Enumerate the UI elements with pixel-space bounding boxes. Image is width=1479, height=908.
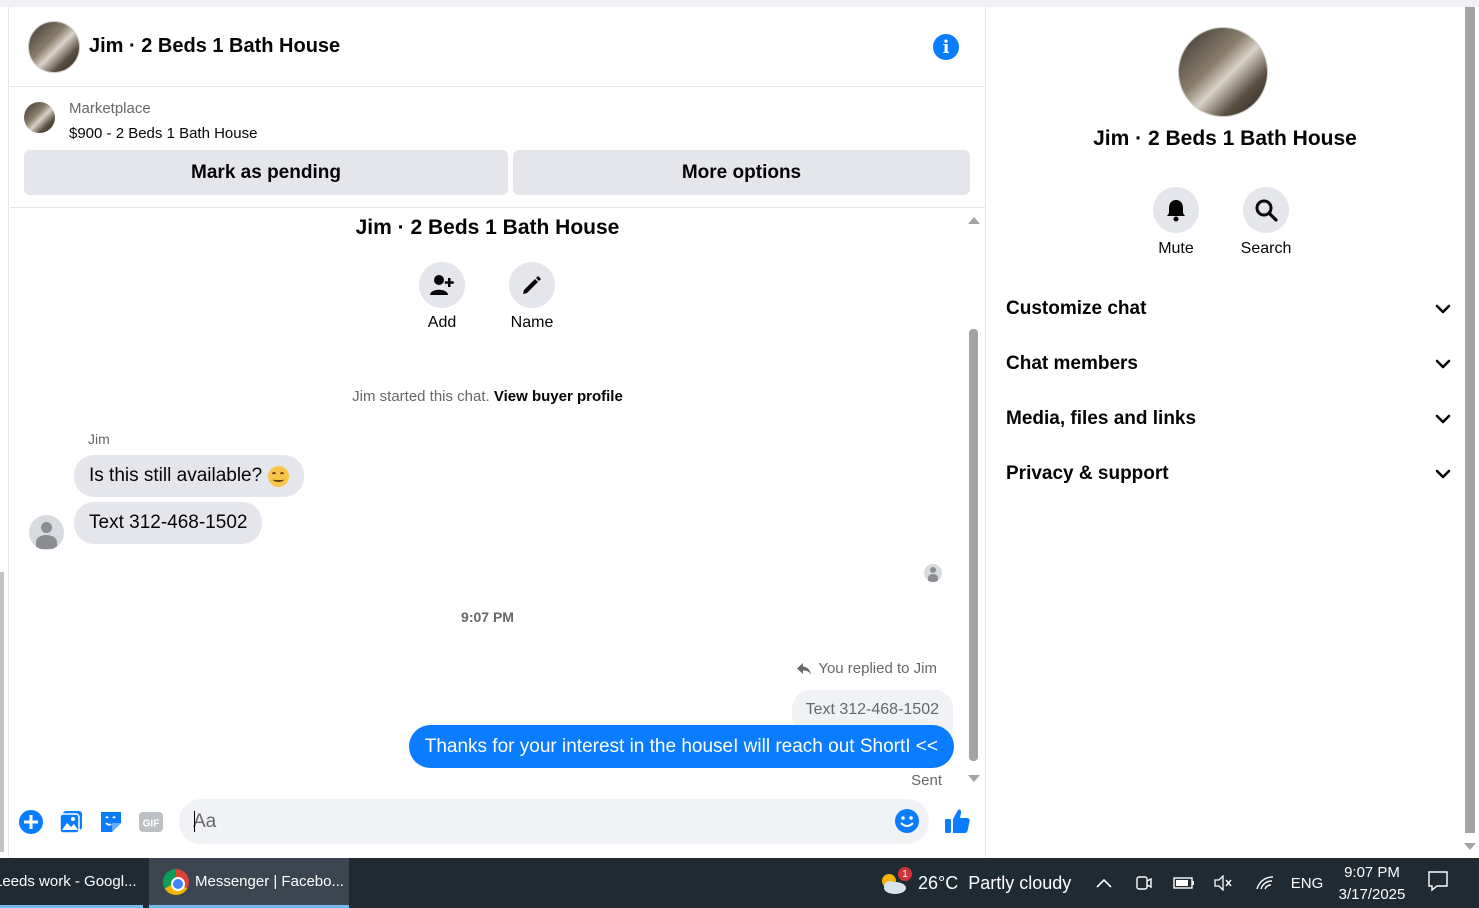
- started-text: Jim started this chat.: [352, 388, 490, 405]
- info-icon[interactable]: i: [933, 34, 959, 60]
- like-thumb-icon[interactable]: [943, 807, 971, 835]
- chat-header: Jim · 2 Beds 1 Bath House i: [10, 7, 986, 87]
- message-timestamp: 9:07 PM: [461, 609, 514, 625]
- message-text: Is this still available?: [89, 465, 263, 486]
- chat-started-notice: Jim started this chat. View buyer profil…: [10, 388, 965, 405]
- composer: GIF: [10, 789, 986, 857]
- volume-muted-icon[interactable]: [1212, 873, 1234, 893]
- scroll-thumb[interactable]: [969, 329, 978, 761]
- panel-avatar[interactable]: [1178, 27, 1268, 117]
- taskbar-clock[interactable]: 9:07 PM 3/17/2025: [1332, 862, 1412, 906]
- text-caret: [194, 811, 195, 832]
- gallery-icon[interactable]: [58, 809, 84, 835]
- message-input-box[interactable]: [179, 799, 929, 844]
- chat-title[interactable]: Jim · 2 Beds 1 Bath House: [89, 35, 340, 58]
- search-label: Search: [1240, 240, 1292, 257]
- meet-now-icon[interactable]: [1133, 873, 1155, 893]
- add-label: Add: [427, 314, 457, 331]
- chevron-down-icon: [1435, 414, 1451, 424]
- battery-icon[interactable]: [1173, 873, 1195, 893]
- privacy-support-section[interactable]: Privacy & support: [1006, 454, 1451, 494]
- reply-arrow-icon: [797, 662, 812, 675]
- taskbar-item-leeds-work[interactable]: Leeds work - Googl...: [0, 858, 143, 908]
- customize-chat-section[interactable]: Customize chat: [1006, 289, 1451, 329]
- read-receipt-avatar: [924, 564, 942, 582]
- sender-avatar[interactable]: [29, 515, 64, 550]
- left-scroll-mark: [0, 572, 4, 852]
- chat-members-section[interactable]: Chat members: [1006, 344, 1451, 384]
- reply-indicator: You replied to Jim: [796, 660, 937, 677]
- media-files-links-section[interactable]: Media, files and links: [1006, 399, 1451, 439]
- left-edge: [0, 7, 9, 857]
- search-button[interactable]: [1243, 187, 1289, 233]
- listing-thumbnail[interactable]: [24, 102, 55, 133]
- mute-button[interactable]: [1153, 187, 1199, 233]
- add-person-button[interactable]: [419, 262, 465, 308]
- conversation-title: Jim · 2 Beds 1 Bath House: [355, 216, 620, 239]
- taskbar: Leeds work - Googl... Messenger | Facebo…: [0, 858, 1479, 908]
- plus-icon[interactable]: [18, 809, 44, 835]
- chevron-down-icon: [1435, 469, 1451, 479]
- chat-pane: Jim · 2 Beds 1 Bath House i Marketplace …: [10, 7, 986, 857]
- message-text: Text 312-468-1502: [89, 512, 248, 533]
- mute-label: Mute: [1158, 240, 1194, 257]
- emoji-picker-icon[interactable]: [894, 808, 920, 834]
- chevron-down-icon: [1435, 304, 1451, 314]
- smiling-emoji-icon: [268, 465, 290, 487]
- message-input[interactable]: [193, 799, 883, 844]
- name-label: Name: [510, 314, 554, 331]
- bell-icon: [1167, 200, 1185, 222]
- screen: Jim · 2 Beds 1 Bath House i Marketplace …: [0, 0, 1479, 908]
- pencil-icon: [523, 276, 541, 294]
- page-scroll-down-arrow-icon[interactable]: [1464, 843, 1476, 850]
- incoming-message[interactable]: Text 312-468-1502: [74, 502, 263, 544]
- clock-time: 9:07 PM: [1344, 864, 1400, 881]
- mark-as-pending-button[interactable]: Mark as pending: [24, 150, 508, 195]
- add-person-icon: [430, 275, 454, 295]
- listing-label: Marketplace: [69, 100, 151, 117]
- taskbar-item-messenger[interactable]: Messenger | Facebo...: [149, 858, 349, 908]
- window-top-edge: [0, 0, 1479, 7]
- weather-cloud-icon: 1: [878, 867, 912, 896]
- weather-widget[interactable]: 1 26°C Partly cloudy: [878, 858, 1071, 908]
- page-scrollbar[interactable]: [1463, 7, 1479, 857]
- weather-text: 26°C Partly cloudy: [918, 872, 1072, 893]
- sent-status: Sent: [911, 772, 942, 787]
- name-button[interactable]: [509, 262, 555, 308]
- section-label: Media, files and links: [1006, 408, 1197, 429]
- language-indicator[interactable]: ENG: [1290, 873, 1324, 893]
- conversation-info-panel: Jim · 2 Beds 1 Bath House Mute Search Cu…: [987, 7, 1463, 857]
- marketplace-listing: Marketplace $900 - 2 Beds 1 Bath House M…: [10, 88, 986, 208]
- section-label: Privacy & support: [1006, 463, 1169, 484]
- svg-text:GIF: GIF: [143, 819, 160, 830]
- wifi-icon[interactable]: [1254, 873, 1276, 893]
- taskbar-item-label: Leeds work - Googl...: [0, 873, 137, 890]
- more-options-button[interactable]: More options: [513, 150, 970, 195]
- scroll-down-arrow-icon[interactable]: [968, 775, 980, 782]
- sender-name: Jim: [88, 431, 110, 447]
- weather-alert-badge: 1: [898, 867, 912, 881]
- notification-center-icon[interactable]: [1427, 871, 1449, 892]
- incoming-message[interactable]: Is this still available?: [74, 455, 305, 497]
- gif-icon[interactable]: GIF: [138, 809, 164, 835]
- chat-avatar[interactable]: [28, 20, 80, 73]
- message-list[interactable]: Jim · 2 Beds 1 Bath House Add Name Jim s: [10, 209, 986, 787]
- section-label: Customize chat: [1006, 298, 1147, 319]
- message-scrollbar[interactable]: [968, 209, 980, 787]
- view-buyer-profile-link[interactable]: View buyer profile: [494, 388, 623, 405]
- scroll-up-arrow-icon[interactable]: [968, 217, 980, 224]
- chrome-icon: [163, 868, 189, 895]
- section-label: Chat members: [1006, 353, 1138, 374]
- listing-price-title[interactable]: $900 - 2 Beds 1 Bath House: [69, 125, 257, 142]
- replied-to-text: You replied to Jim: [818, 660, 937, 677]
- search-icon: [1255, 199, 1278, 222]
- page-scroll-thumb[interactable]: [1465, 7, 1475, 833]
- panel-title: Jim · 2 Beds 1 Bath House: [1093, 127, 1357, 150]
- chevron-up-icon[interactable]: [1093, 873, 1115, 893]
- clock-date: 3/17/2025: [1338, 886, 1406, 903]
- outgoing-message[interactable]: Thanks for your interest in the houseI w…: [408, 725, 954, 768]
- taskbar-item-label: Messenger | Facebo...: [195, 873, 344, 890]
- sticker-icon[interactable]: [98, 809, 124, 835]
- chevron-down-icon: [1435, 359, 1451, 369]
